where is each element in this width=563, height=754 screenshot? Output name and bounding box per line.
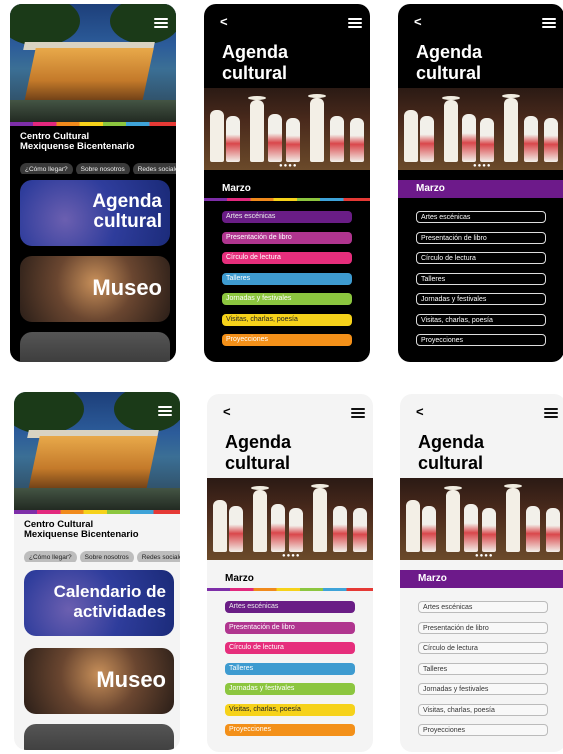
category-visitas-charlas-poesia[interactable]: Visitas, charlas, poesía <box>225 704 355 716</box>
hamburger-menu-icon[interactable] <box>154 18 168 28</box>
card-agenda[interactable]: Agenda cultural <box>20 180 170 246</box>
category-artes-escenicas[interactable]: Artes escénicas <box>222 211 352 223</box>
carousel-dots[interactable]: ●●●● <box>475 553 494 559</box>
screen-agenda-dark-outline: < Agenda cultural ●●●● Marzo Artes escéni… <box>398 4 563 362</box>
hero-photo <box>10 4 176 122</box>
back-button[interactable]: < <box>416 404 424 419</box>
category-proyecciones[interactable]: Proyecciones <box>416 334 546 346</box>
category-circulo-lectura[interactable]: Círculo de lectura <box>222 252 352 264</box>
carousel-dots[interactable]: ●●●● <box>279 163 298 169</box>
category-presentacion-libro[interactable]: Presentación de libro <box>416 232 546 244</box>
back-button[interactable]: < <box>414 14 422 29</box>
category-presentacion-libro[interactable]: Presentación de libro <box>222 232 352 244</box>
card-museo[interactable]: Museo <box>20 256 170 322</box>
hamburger-menu-icon[interactable] <box>544 408 558 418</box>
chip-row: ¿Cómo llegar?Sobre nosotrosRedes sociale… <box>24 546 180 562</box>
screen-home-light: Centro Cultural Mexiquense Bicentenario ¿… <box>14 392 180 750</box>
back-button[interactable]: < <box>220 14 228 29</box>
category-talleres[interactable]: Talleres <box>418 663 548 675</box>
card-third[interactable] <box>24 724 174 750</box>
carousel-dots[interactable]: ●●●● <box>282 553 301 559</box>
page-title: Agenda cultural <box>418 432 485 473</box>
category-proyecciones[interactable]: Proyecciones <box>225 724 355 736</box>
category-talleres[interactable]: Talleres <box>225 663 355 675</box>
color-stripe <box>10 122 176 126</box>
category-jornadas-festivales[interactable]: Jornadas y festivales <box>225 683 355 695</box>
chip-about-us[interactable]: Sobre nosotros <box>75 163 130 174</box>
chip-row: ¿Cómo llegar?Sobre nosotrosRedes sociale… <box>20 158 176 174</box>
month-bar: Marzo <box>398 180 563 198</box>
hero-photo <box>14 392 180 510</box>
category-proyecciones[interactable]: Proyecciones <box>418 724 548 736</box>
category-jornadas-festivales[interactable]: Jornadas y festivales <box>222 293 352 305</box>
chip-how-to-arrive[interactable]: ¿Cómo llegar? <box>24 551 77 562</box>
month-bar: Marzo <box>225 573 254 584</box>
chip-how-to-arrive[interactable]: ¿Cómo llegar? <box>20 163 73 174</box>
card-museo[interactable]: Museo <box>24 648 174 714</box>
category-artes-escenicas[interactable]: Artes escénicas <box>225 601 355 613</box>
category-visitas-charlas-poesia[interactable]: Visitas, charlas, poesía <box>416 314 546 326</box>
category-circulo-lectura[interactable]: Círculo de lectura <box>418 642 548 654</box>
hamburger-menu-icon[interactable] <box>542 18 556 28</box>
hamburger-menu-icon[interactable] <box>351 408 365 418</box>
color-stripe <box>207 588 373 591</box>
card-calendario-label: Calendario de actividades <box>53 582 166 621</box>
screen-home-dark: Centro Cultural Mexiquense Bicentenario ¿… <box>10 4 176 362</box>
category-presentacion-libro[interactable]: Presentación de libro <box>225 622 355 634</box>
category-circulo-lectura[interactable]: Círculo de lectura <box>225 642 355 654</box>
month-bar: Marzo <box>400 570 563 588</box>
carousel-image[interactable] <box>204 88 370 170</box>
category-visitas-charlas-poesia[interactable]: Visitas, charlas, poesía <box>418 704 548 716</box>
month-bar: Marzo <box>222 183 251 194</box>
page-title: Centro Cultural Mexiquense Bicentenario <box>24 519 139 540</box>
carousel-dots[interactable]: ●●●● <box>473 163 492 169</box>
category-talleres[interactable]: Talleres <box>416 273 546 285</box>
card-third[interactable] <box>20 332 170 362</box>
card-museo-label: Museo <box>96 667 166 692</box>
back-button[interactable]: < <box>223 404 231 419</box>
page-title: Agenda cultural <box>222 42 289 83</box>
category-proyecciones[interactable]: Proyecciones <box>222 334 352 346</box>
chip-social[interactable]: Redes sociales <box>136 551 180 562</box>
category-artes-escenicas[interactable]: Artes escénicas <box>418 601 548 613</box>
card-museo-label: Museo <box>92 275 162 300</box>
category-jornadas-festivales[interactable]: Jornadas y festivales <box>418 683 548 695</box>
carousel-image[interactable] <box>400 478 563 560</box>
chip-social[interactable]: Redes sociales <box>132 163 176 174</box>
hamburger-menu-icon[interactable] <box>158 406 172 416</box>
page-title: Agenda cultural <box>416 42 483 83</box>
category-presentacion-libro[interactable]: Presentación de libro <box>418 622 548 634</box>
color-stripe <box>204 198 370 201</box>
screen-agenda-light-outline: < Agenda cultural ●●●● Marzo Artes escéni… <box>400 394 563 752</box>
card-agenda-label: Agenda cultural <box>92 191 162 232</box>
chip-about-us[interactable]: Sobre nosotros <box>79 551 134 562</box>
page-title: Agenda cultural <box>225 432 292 473</box>
category-circulo-lectura[interactable]: Círculo de lectura <box>416 252 546 264</box>
screen-agenda-dark-colored: < Agenda cultural ●●●● Marzo Artes escéni… <box>204 4 370 362</box>
category-talleres[interactable]: Talleres <box>222 273 352 285</box>
category-visitas-charlas-poesia[interactable]: Visitas, charlas, poesía <box>222 314 352 326</box>
card-calendario[interactable]: Calendario de actividades <box>24 570 174 636</box>
category-artes-escenicas[interactable]: Artes escénicas <box>416 211 546 223</box>
carousel-image[interactable] <box>398 88 563 170</box>
carousel-image[interactable] <box>207 478 373 560</box>
screen-agenda-light-colored: < Agenda cultural ●●●● Marzo Artes escéni… <box>207 394 373 752</box>
category-jornadas-festivales[interactable]: Jornadas y festivales <box>416 293 546 305</box>
page-title: Centro Cultural Mexiquense Bicentenario <box>20 131 135 152</box>
hamburger-menu-icon[interactable] <box>348 18 362 28</box>
color-stripe <box>14 510 180 514</box>
